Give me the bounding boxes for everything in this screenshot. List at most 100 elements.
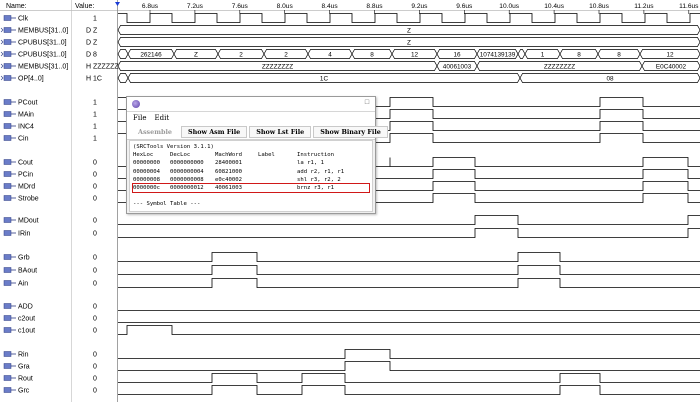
minimize-icon[interactable]: □: [363, 99, 371, 107]
signal-value: H 1C: [86, 76, 102, 83]
signal-waveform: [118, 13, 700, 23]
cell-machword: 40061003: [215, 184, 242, 191]
signal-waveform: [118, 265, 700, 275]
signal-value: 0: [93, 184, 97, 191]
bit-signal-icon: [3, 327, 16, 333]
bus-segment: [517, 49, 526, 59]
menu-edit[interactable]: Edit: [154, 114, 169, 122]
show-asm-file-button[interactable]: Show Asm File: [180, 125, 248, 138]
signal-value: D 8: [86, 52, 97, 59]
signal-name: c2out: [18, 316, 35, 323]
bit-signal-icon: [3, 15, 16, 21]
signal-waveform: [118, 373, 700, 383]
signal-name: MDout: [18, 218, 39, 225]
time-tick-label: 10.4us: [544, 3, 565, 10]
menu-file[interactable]: File: [133, 114, 146, 122]
col-instruction: Instruction: [297, 152, 335, 159]
bus-segment-value: 1C: [320, 75, 329, 82]
cell-hexloc: 0000000c: [133, 184, 160, 191]
bit-signal-icon: [3, 195, 16, 201]
signal-waveform: [118, 215, 700, 225]
cell-instruction: shl r3, r2, 2: [297, 176, 341, 183]
signal-value: 0: [93, 268, 97, 275]
signal-name: c1out: [18, 328, 35, 335]
bus-segment-value: 262146: [140, 51, 162, 58]
assemble-button[interactable]: Assemble: [131, 126, 179, 138]
bus-segment-value: 2: [239, 51, 243, 58]
time-tick-label: 7.6us: [232, 3, 249, 10]
listing-text-area[interactable]: (SRCTools Version 3.1.1) HexLoc DecLoc M…: [129, 140, 373, 212]
value-column-header: Value:: [75, 3, 94, 10]
cell-machword: 28400001: [215, 160, 242, 167]
bus-segment-value: E0C40002: [656, 63, 687, 70]
window-titlebar[interactable]: □: [127, 97, 375, 112]
cell-instruction: la r1, 1: [297, 160, 324, 167]
signal-name: Clk: [18, 16, 29, 23]
signal-name: MAin: [18, 112, 34, 119]
time-tick-label: 11.6us: [679, 3, 699, 10]
bus-segment-value: 8: [577, 51, 581, 58]
signal-name: CPUBUS[31..0]: [18, 52, 67, 59]
time-tick-label: 8.8us: [366, 3, 383, 10]
bus-segment: [117, 49, 129, 59]
listing-row-highlighted: 0000000c 0000000012 40061003 brnz r3, r1: [132, 182, 370, 194]
time-tick-label: 11.2us: [634, 3, 654, 10]
signal-name: Grb: [18, 255, 30, 262]
listing-row: 00000004 0000000004 60821000 add r2, r1,…: [133, 168, 369, 176]
time-tick-label: 9.6us: [456, 3, 473, 10]
bus-segment-value: 4: [328, 51, 332, 58]
srctools-window[interactable]: □ File Edit Assemble Show Asm File Show …: [126, 96, 388, 214]
bus-segment-value: 40061003: [443, 63, 472, 70]
signal-name: ADD: [18, 304, 33, 311]
symbol-table-line: --- Symbol Table ---: [133, 201, 201, 208]
bit-signal-icon: [3, 171, 16, 177]
time-tick-label: 8.4us: [322, 3, 339, 10]
cell-machword: e0c40002: [215, 176, 242, 183]
bus-signal-icon: [0, 75, 16, 81]
cell-hexloc: 00000008: [133, 176, 160, 183]
signal-value: 0: [93, 196, 97, 203]
bus-signal-icon: [0, 39, 16, 45]
signal-value: 1: [93, 136, 97, 143]
time-tick-label: 9.2us: [411, 3, 428, 10]
show-lst-file-button[interactable]: Show Lst File: [249, 125, 312, 138]
bus-segment-value: 12: [666, 51, 674, 58]
cell-label: [258, 159, 297, 167]
toolbar: Assemble Show Asm File Show Lst File Sho…: [127, 124, 388, 140]
bus-signal-icon: [0, 51, 16, 57]
signal-name: CPUBUS[31..0]: [18, 40, 67, 47]
time-tick-label: 6.8us: [142, 3, 159, 10]
bus-segment-value: 8: [617, 51, 621, 58]
cell-instruction: add r2, r1, r1: [297, 168, 345, 175]
bus-segment-value: 1074139139: [480, 51, 516, 58]
col-label: Label: [258, 152, 275, 159]
bus-segment-value: ZZZZZZZZ: [262, 63, 293, 70]
signal-waveform: [118, 278, 700, 288]
show-binary-file-button[interactable]: Show Binary File: [313, 125, 388, 138]
bit-signal-icon: [3, 267, 16, 273]
signal-name: MDrd: [18, 184, 35, 191]
cell-label: [258, 168, 297, 176]
signal-value: 0: [93, 352, 97, 359]
bit-signal-icon: [3, 230, 16, 236]
signal-value: D Z: [86, 40, 98, 47]
col-machword: MachWord: [215, 152, 242, 159]
cell-decloc: 0000000012: [170, 184, 204, 191]
signal-name: Strobe: [18, 196, 39, 203]
cell-label: [258, 176, 297, 184]
cell-decloc: 0000000000: [170, 160, 204, 167]
signal-name: Rout: [18, 376, 33, 383]
bus-segment-value: 1: [541, 51, 545, 58]
bus-segment-value: Z: [407, 27, 411, 34]
signal-name: Cin: [18, 136, 29, 143]
listing-row: 00000000 0000000000 28400001 la r1, 1: [133, 159, 369, 167]
version-line: (SRCTools Version 3.1.1): [133, 144, 214, 150]
signal-name: Ain: [18, 281, 28, 288]
bus-segment-value: Z: [194, 51, 198, 58]
bus-segment-value: 12: [411, 51, 419, 58]
bit-signal-icon: [3, 111, 16, 117]
time-tick-label: 7.2us: [187, 3, 204, 10]
time-cursor-icon[interactable]: [115, 2, 120, 6]
app-icon: [132, 100, 140, 108]
bit-signal-icon: [3, 217, 16, 223]
